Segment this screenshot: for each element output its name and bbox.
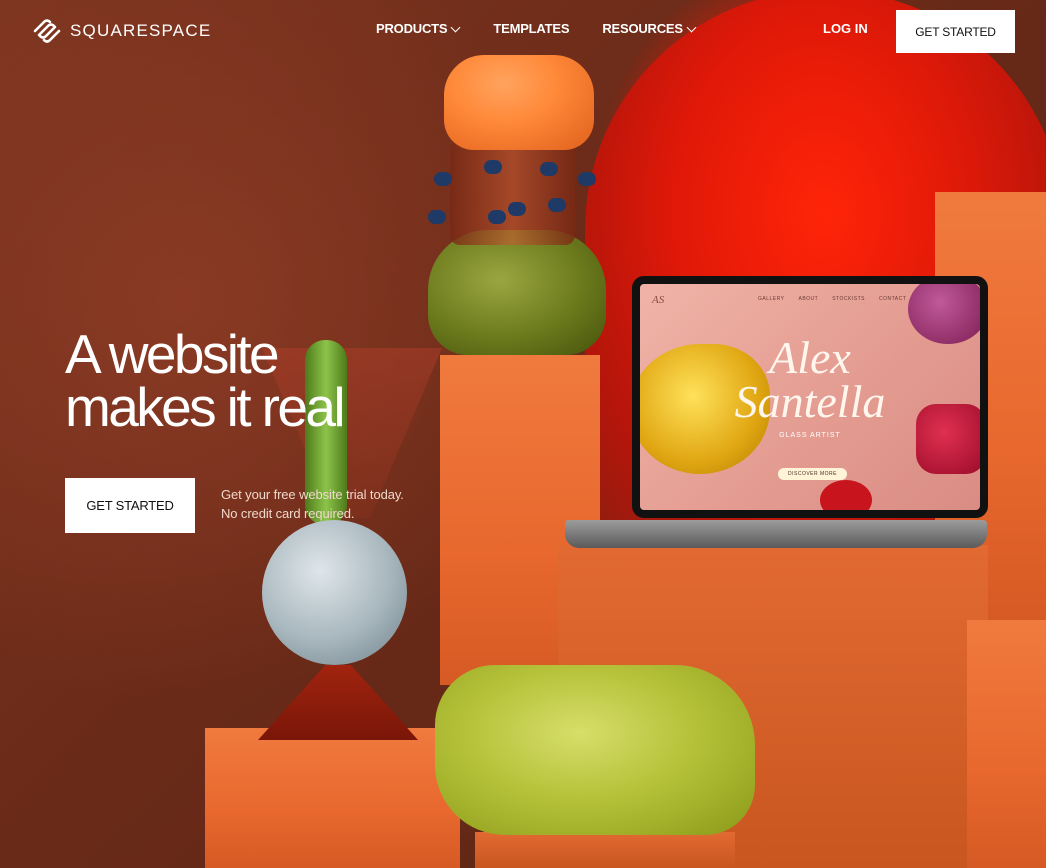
mini-nav-item: CONTACT: [878, 296, 907, 302]
hero-headline-line1: A website: [65, 323, 280, 385]
nav-templates-label: TEMPLATES: [493, 21, 570, 36]
blue-glass-dot: [548, 198, 566, 212]
nav-templates[interactable]: TEMPLATES: [493, 21, 569, 36]
blue-glass-dot: [508, 202, 526, 216]
hero-get-started-button[interactable]: GET STARTED: [65, 478, 195, 533]
orange-glass-top: [444, 55, 594, 150]
squarespace-logo-icon: [33, 19, 61, 43]
chevron-down-icon: [686, 22, 697, 32]
chevron-down-icon: [450, 22, 461, 32]
laptop-mockup: AS GALLERY ABOUT STOCKISTS CONTACT Alex …: [632, 276, 988, 518]
yellow-glass-dish: [435, 665, 755, 835]
nav-get-started-button[interactable]: GET STARTED: [896, 10, 1015, 53]
mini-site-title: Alex Santella: [640, 332, 980, 427]
pedestal-left: [205, 728, 460, 868]
blue-glass-dot: [484, 160, 502, 174]
primary-nav: PRODUCTS TEMPLATES RESOURCES: [376, 21, 697, 36]
mini-nav-item: STOCKISTS: [832, 296, 865, 302]
mini-title-line2: Santella: [734, 376, 886, 427]
nav-resources[interactable]: RESOURCES: [602, 21, 697, 36]
hero-note-line2: No credit card required.: [221, 506, 355, 521]
hero-headline-line2: makes it real: [65, 376, 346, 438]
clear-glass-vase: [450, 140, 575, 245]
nav-products-label: PRODUCTS: [376, 21, 448, 36]
blue-glass-dot: [578, 172, 596, 186]
pedestal-right-low: [967, 620, 1046, 868]
laptop-screen: AS GALLERY ABOUT STOCKISTS CONTACT Alex …: [640, 284, 980, 510]
hero-headline: A website makes it real: [65, 323, 485, 438]
mini-nav-item: ABOUT: [798, 296, 819, 302]
purple-glass-object: [908, 284, 980, 344]
mini-site-nav: GALLERY ABOUT STOCKISTS CONTACT: [758, 296, 906, 302]
grey-glass-bulb: [262, 520, 407, 665]
blue-glass-dot: [434, 172, 452, 186]
top-nav: SQUARESPACE PRODUCTS TEMPLATES RESOURCES…: [0, 0, 1046, 58]
hero-note-line1: Get your free website trial today.: [221, 487, 404, 502]
brand-logo[interactable]: SQUARESPACE: [32, 18, 211, 44]
hero-trial-note: Get your free website trial today. No cr…: [221, 485, 404, 523]
mini-site-logo: AS: [652, 294, 665, 306]
blue-glass-dot: [540, 162, 558, 176]
mini-nav-item: GALLERY: [758, 296, 785, 302]
blue-glass-dot: [488, 210, 506, 224]
mini-site-subtitle: GLASS ARTIST: [779, 432, 841, 439]
nav-products[interactable]: PRODUCTS: [376, 21, 461, 36]
mini-title-line1: Alex: [769, 332, 851, 383]
blue-glass-dot: [428, 210, 446, 224]
laptop-base: [565, 520, 987, 548]
brand-name: SQUARESPACE: [70, 21, 212, 40]
pedestal-front: [475, 832, 735, 868]
mini-site-button: DISCOVER MORE: [778, 468, 848, 480]
red-glass-base: [258, 665, 418, 740]
login-link[interactable]: LOG IN: [823, 21, 868, 36]
red-glass-ball: [820, 480, 872, 510]
nav-resources-label: RESOURCES: [602, 21, 683, 36]
